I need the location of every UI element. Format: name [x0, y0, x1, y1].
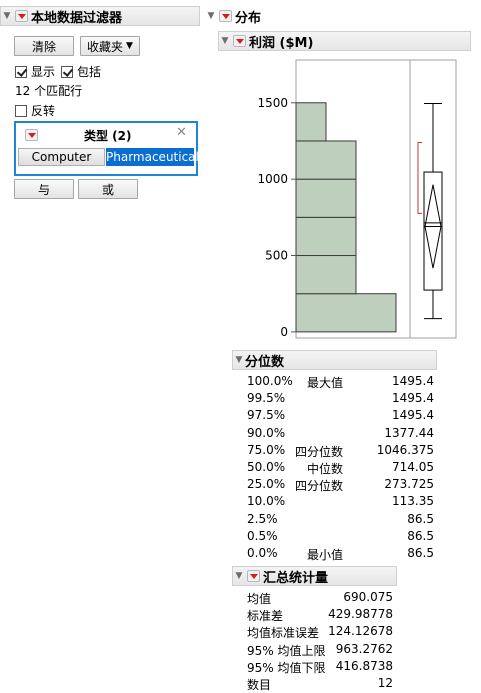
quantile-percent: 2.5% — [247, 511, 278, 526]
y-tick-label: 1500 — [257, 96, 288, 110]
collapse-triangle-icon[interactable]: ▼ — [233, 571, 245, 581]
summary-row: 95% 均值上限 963.2762 — [0, 642, 481, 659]
quantile-label: 最小值 — [306, 548, 343, 562]
quantile-label: 四分位数 — [294, 444, 343, 459]
quantile-row: 10.0% 113.35 — [0, 494, 481, 511]
quantile-row: 2.5% 86.5 — [0, 512, 481, 529]
quantile-row: 75.0% 四分位数 1046.375 — [0, 443, 481, 460]
quantile-percent: 99.5% — [247, 391, 286, 406]
y-tick-label: 0 — [280, 325, 288, 339]
summary-row: 均值标准误差 124.12678 — [0, 624, 481, 641]
summary-red-triangle-menu-icon[interactable] — [247, 570, 260, 582]
quantile-value: 113.35 — [392, 494, 434, 509]
quantile-percent: 75.0% — [247, 442, 286, 457]
quantile-label: 中位数 — [306, 462, 343, 476]
summary-label: 95% 均值下限 — [247, 660, 326, 675]
histogram-bar — [295, 140, 357, 180]
collapse-triangle-icon[interactable]: ▼ — [233, 355, 245, 365]
y-tick-label: 500 — [265, 249, 288, 263]
quantile-value: 273.725 — [384, 477, 434, 492]
quantile-value: 1377.44 — [384, 425, 434, 440]
quantile-value: 86.5 — [407, 546, 434, 560]
quantile-row: 97.5% 1495.4 — [0, 408, 481, 425]
summary-value: 429.98778 — [328, 607, 393, 622]
quantile-row: 0.5% 86.5 — [0, 529, 481, 546]
quantile-value: 1046.375 — [376, 442, 434, 457]
quantile-row: 100.0% 最大值 1495.4 — [0, 374, 481, 391]
quantile-percent: 90.0% — [247, 425, 286, 440]
summary-value: 416.8738 — [335, 658, 393, 673]
summary-value: 690.075 — [343, 590, 393, 604]
summary-label: 标准差 — [247, 609, 284, 624]
histogram-chart: 0 500 1000 1500 — [257, 59, 457, 339]
summary-label: 95% 均值上限 — [247, 643, 326, 658]
quantile-row: 25.0% 四分位数 273.725 — [0, 477, 481, 494]
quantiles-header: ▼ 分位数 — [232, 350, 437, 370]
summary-title: 汇总统计量 — [263, 570, 329, 586]
histogram-bar — [295, 255, 357, 295]
quantile-row: 99.5% 1495.4 — [0, 391, 481, 408]
quantile-percent: 25.0% — [247, 477, 286, 492]
histogram-bar — [295, 216, 357, 257]
summary-row: 均值 690.075 — [0, 590, 481, 607]
summary-label: 均值 — [247, 592, 272, 606]
quantile-percent: 100.0% — [247, 374, 293, 388]
summary-value: 963.2762 — [335, 641, 393, 656]
quantile-value: 86.5 — [407, 528, 434, 543]
quantile-percent: 0.5% — [247, 528, 278, 543]
quantile-row: 0.0% 最小值 86.5 — [0, 546, 481, 563]
summary-header: ▼ 汇总统计量 — [232, 566, 397, 586]
quantile-percent: 10.0% — [247, 494, 286, 509]
summary-value: 12 — [377, 676, 393, 690]
quantile-value: 1495.4 — [392, 391, 434, 406]
y-tick-label: 1000 — [257, 172, 288, 186]
quantile-value: 1495.4 — [392, 374, 434, 388]
quantile-value: 714.05 — [392, 460, 434, 474]
summary-row: 95% 均值下限 416.8738 — [0, 659, 481, 676]
quantile-label: 最大值 — [306, 376, 343, 390]
box-iqr — [423, 171, 443, 291]
quantiles-title: 分位数 — [245, 354, 285, 370]
summary-row: 数目 12 — [0, 676, 481, 693]
histogram-bar — [295, 102, 327, 142]
quantile-row: 50.0% 中位数 714.05 — [0, 460, 481, 477]
quantile-value: 86.5 — [407, 511, 434, 526]
summary-label: 均值标准误差 — [247, 626, 320, 641]
quantile-label: 四分位数 — [294, 479, 343, 494]
histogram-bar — [295, 293, 397, 333]
summary-label: 数目 — [247, 678, 272, 692]
summary-value: 124.12678 — [328, 624, 393, 639]
quantile-percent: 97.5% — [247, 408, 286, 423]
histogram-bar — [295, 178, 357, 218]
quantile-percent: 50.0% — [247, 460, 286, 474]
quantile-percent: 0.0% — [247, 546, 278, 560]
summary-row: 标准差 429.98778 — [0, 607, 481, 624]
quantile-row: 90.0% 1377.44 — [0, 426, 481, 443]
quantile-value: 1495.4 — [392, 408, 434, 423]
